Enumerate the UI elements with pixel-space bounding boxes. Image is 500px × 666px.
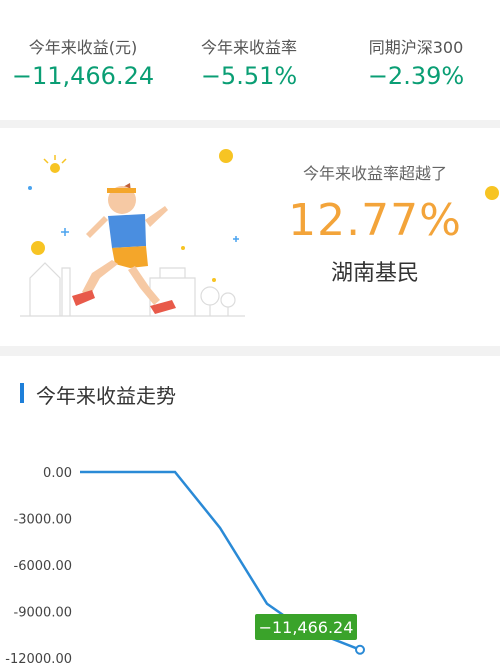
y-tick-label: -3000.00: [14, 513, 72, 528]
stat-label: 今年来收益(元): [28, 38, 138, 57]
stat-value: −11,466.24: [11, 62, 155, 90]
promo-percent: 12.77%: [288, 195, 462, 246]
runner-illustration: [20, 149, 245, 317]
trend-chart[interactable]: 0.00 -3000.00 -6000.00 -9000.00 -12000.00 −1…: [0, 420, 500, 666]
stat-ytd-profit[interactable]: 今年来收益(元) −11,466.24: [0, 0, 166, 120]
y-tick-label: 0.00: [43, 466, 72, 481]
y-tick-label: -6000.00: [14, 559, 72, 574]
data-point-last[interactable]: [355, 644, 365, 655]
promo-region: 湖南基民: [330, 261, 419, 286]
stat-label: 同期沪深300: [368, 38, 464, 57]
stat-label: 今年来收益率: [200, 38, 297, 57]
trend-title: 今年来收益走势: [36, 384, 176, 408]
coin-icon: [485, 186, 499, 200]
stat-value: −2.39%: [367, 62, 465, 90]
stat-hs300[interactable]: 同期沪深300 −2.39%: [333, 0, 499, 120]
tooltip-value: −11,466.24: [259, 618, 354, 637]
coin-icon: [31, 241, 45, 255]
value-tooltip: −11,466.24: [255, 614, 357, 640]
stat-ytd-return[interactable]: 今年来收益率 −5.51%: [166, 0, 332, 120]
stats-card: 今年来收益(元) −11,466.24 今年来收益率 −5.51% 同期沪深30…: [0, 0, 500, 120]
y-tick-label: -12000.00: [5, 652, 72, 666]
y-tick-label: -9000.00: [14, 606, 72, 621]
section-marker: [20, 383, 24, 403]
runner-figure: [72, 183, 176, 314]
stat-value: −5.51%: [200, 62, 298, 90]
promo-subtitle: 今年来收益率超越了: [302, 164, 447, 183]
coin-icon: [219, 149, 233, 163]
